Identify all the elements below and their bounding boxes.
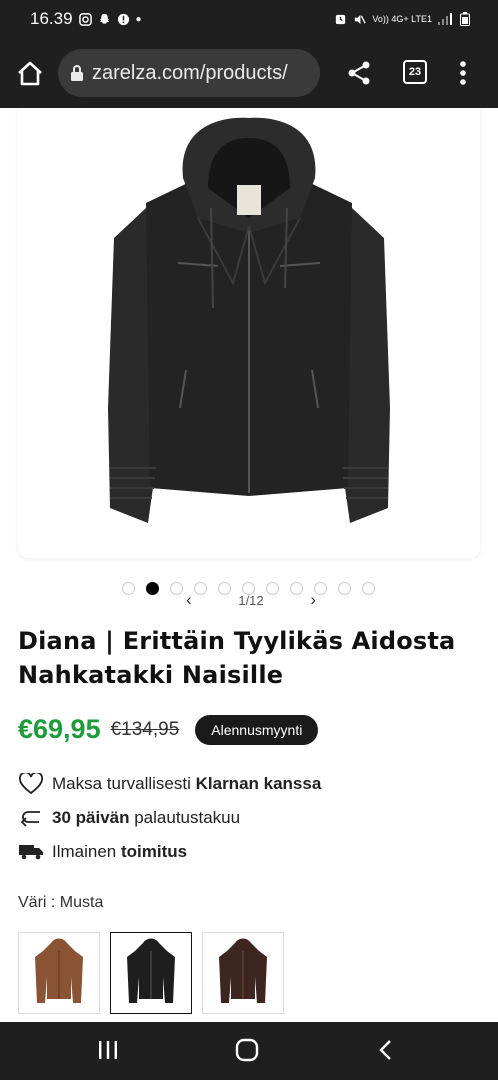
tab-switcher-button[interactable]: 23: [403, 60, 427, 84]
heart-icon: [18, 772, 44, 796]
feature-returns: 30 päivän palautustakuu: [18, 806, 240, 830]
chevron-right-icon[interactable]: ›: [310, 590, 316, 610]
gallery-counter: 1/12: [238, 592, 264, 608]
original-price: €134,95: [110, 718, 180, 740]
gallery-dot[interactable]: [122, 582, 135, 595]
dot-icon: ●: [135, 13, 142, 25]
battery-icon: [460, 12, 470, 26]
status-bar: 16.39 ● Vo)) 4G+ LTE1: [0, 0, 498, 38]
instagram-icon: [78, 12, 92, 26]
gallery-pager: ‹ 1/12 ›: [186, 590, 316, 610]
lock-icon: [71, 65, 83, 81]
alert-icon: [117, 13, 129, 25]
address-bar[interactable]: zarelza.com/products/: [58, 49, 320, 97]
more-menu-icon[interactable]: [455, 59, 471, 87]
gallery-dot[interactable]: [338, 582, 351, 595]
page-content: ‹ 1/12 › Diana | Erittäin Tyylikäs Aidos…: [0, 108, 498, 1022]
color-swatch-black[interactable]: [110, 932, 192, 1014]
home-nav-icon[interactable]: [235, 1038, 259, 1062]
recent-apps-icon[interactable]: [96, 1038, 120, 1062]
return-arrow-icon: [18, 806, 44, 830]
gallery-dot[interactable]: [146, 582, 159, 595]
jacket-thumbnail: [127, 938, 175, 1003]
mute-icon: [355, 14, 367, 24]
feature-text: Maksa turvallisesti Klarnan kanssa: [52, 774, 322, 793]
feature-klarna: Maksa turvallisesti Klarnan kanssa: [18, 772, 321, 796]
browser-toolbar: zarelza.com/products/ 23: [0, 38, 498, 108]
network-label: Vo)) 4G+ LTE1: [372, 14, 432, 24]
color-swatch-brown[interactable]: [18, 932, 100, 1014]
sale-price: €69,95: [18, 714, 101, 744]
home-icon[interactable]: [14, 58, 46, 90]
system-nav-bar: [0, 1022, 498, 1080]
jacket-thumbnail: [35, 938, 83, 1003]
jacket-thumbnail: [219, 938, 267, 1003]
color-label: Väri : Musta: [18, 894, 104, 911]
chevron-left-icon[interactable]: ‹: [186, 590, 192, 610]
gallery-dot[interactable]: [362, 582, 375, 595]
sale-badge: Alennusmyynti: [195, 714, 319, 745]
status-time: 16.39: [30, 9, 73, 28]
jacket-illustration: [108, 117, 390, 523]
url-text: zarelza.com/products/: [92, 61, 288, 84]
back-icon[interactable]: [376, 1038, 396, 1062]
product-image[interactable]: [18, 108, 480, 558]
signal-icon: [438, 13, 452, 25]
price-row: €69,95 €134,95 Alennusmyynti: [18, 714, 319, 745]
feature-text: Ilmainen toimitus: [52, 842, 188, 861]
product-title: Diana | Erittäin Tyylikäs Aidosta Nahkat…: [18, 627, 456, 690]
feature-shipping: Ilmainen toimitus: [18, 840, 187, 864]
snapchat-icon: [99, 13, 109, 24]
alarm-icon: [336, 14, 346, 24]
feature-text: 30 päivän palautustakuu: [52, 808, 241, 827]
truck-icon: [18, 840, 44, 864]
share-icon[interactable]: [346, 60, 372, 86]
gallery-dot[interactable]: [170, 582, 183, 595]
color-swatch-dark-brown[interactable]: [202, 932, 284, 1014]
